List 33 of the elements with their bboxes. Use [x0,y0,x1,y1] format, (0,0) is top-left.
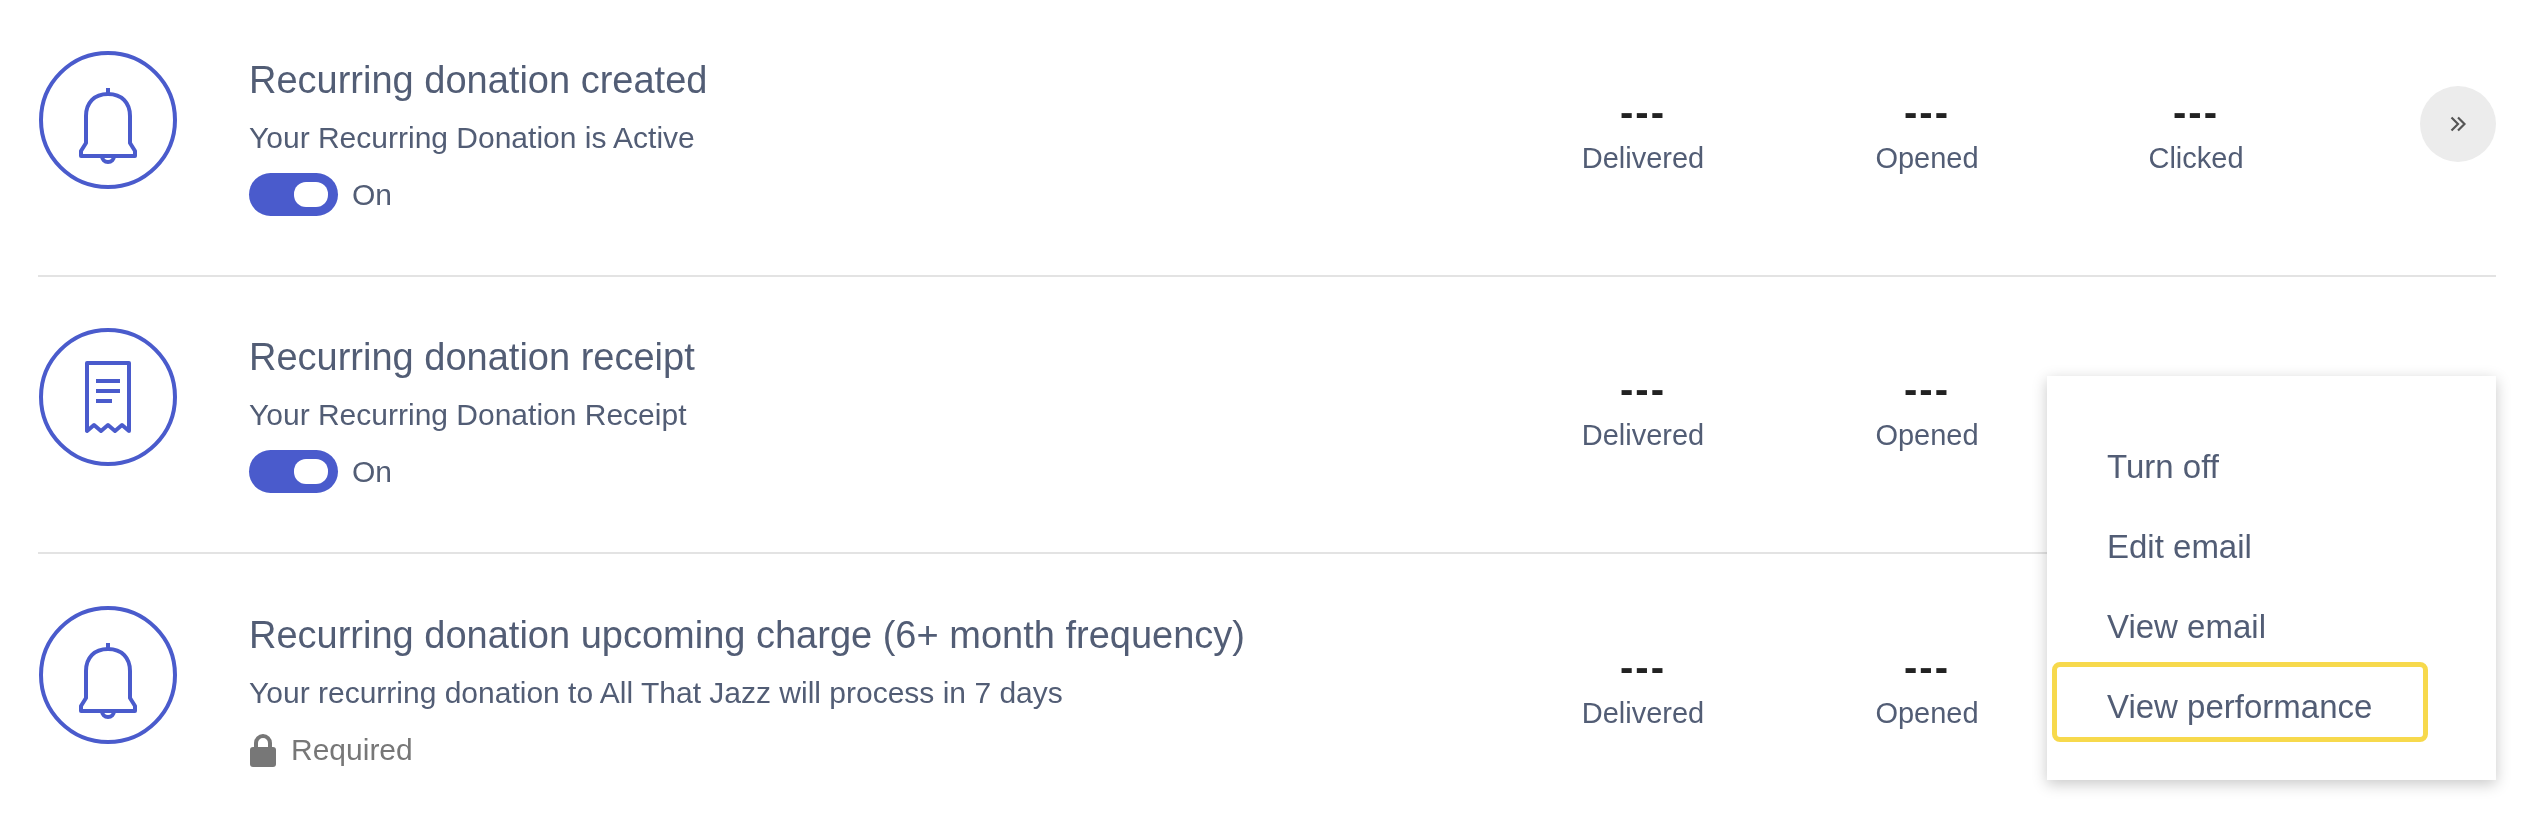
required-label: Required [291,732,413,767]
stat-value: --- [1904,90,1950,134]
stat-value: --- [1904,367,1950,411]
bell-icon [38,604,178,745]
toggle-label: On [352,177,393,212]
receipt-icon [38,326,178,467]
stat-label: Clicked [2148,142,2244,175]
bell-icon [38,49,178,190]
stat-label: Opened [1875,419,1979,452]
notification-title: Recurring donation created [249,57,709,102]
notification-subject: Your Recurring Donation Receipt [249,396,688,433]
stat-label: Opened [1875,697,1979,730]
notification-subject: Your recurring donation to All That Jazz will process in 7 days [249,674,1064,711]
stat-value: --- [1620,90,1666,134]
stat-label: Delivered [1581,419,1705,452]
notification-title: Recurring donation upcoming charge (6+ month frequency) [249,612,1246,657]
stat-label: Delivered [1581,142,1705,175]
notification-subject: Your Recurring Donation is Active [249,119,696,156]
toggle-label: On [352,454,393,489]
toggle-switch[interactable] [249,173,338,216]
menu-item[interactable]: View email [2052,582,2428,662]
stat-value: --- [1620,367,1666,411]
stat-value: --- [1620,645,1666,689]
notification-title: Recurring donation receipt [249,334,696,379]
stat-label: Delivered [1581,697,1705,730]
menu-item[interactable]: Edit email [2052,502,2428,582]
toggle-switch[interactable] [249,450,338,493]
stat-value: --- [1904,645,1950,689]
stat-value: --- [2173,90,2219,134]
stat-label: Opened [1875,142,1979,175]
menu-item[interactable]: Turn off [2052,422,2428,502]
lock-icon [249,732,277,767]
menu-item[interactable]: View performance [2052,662,2428,742]
